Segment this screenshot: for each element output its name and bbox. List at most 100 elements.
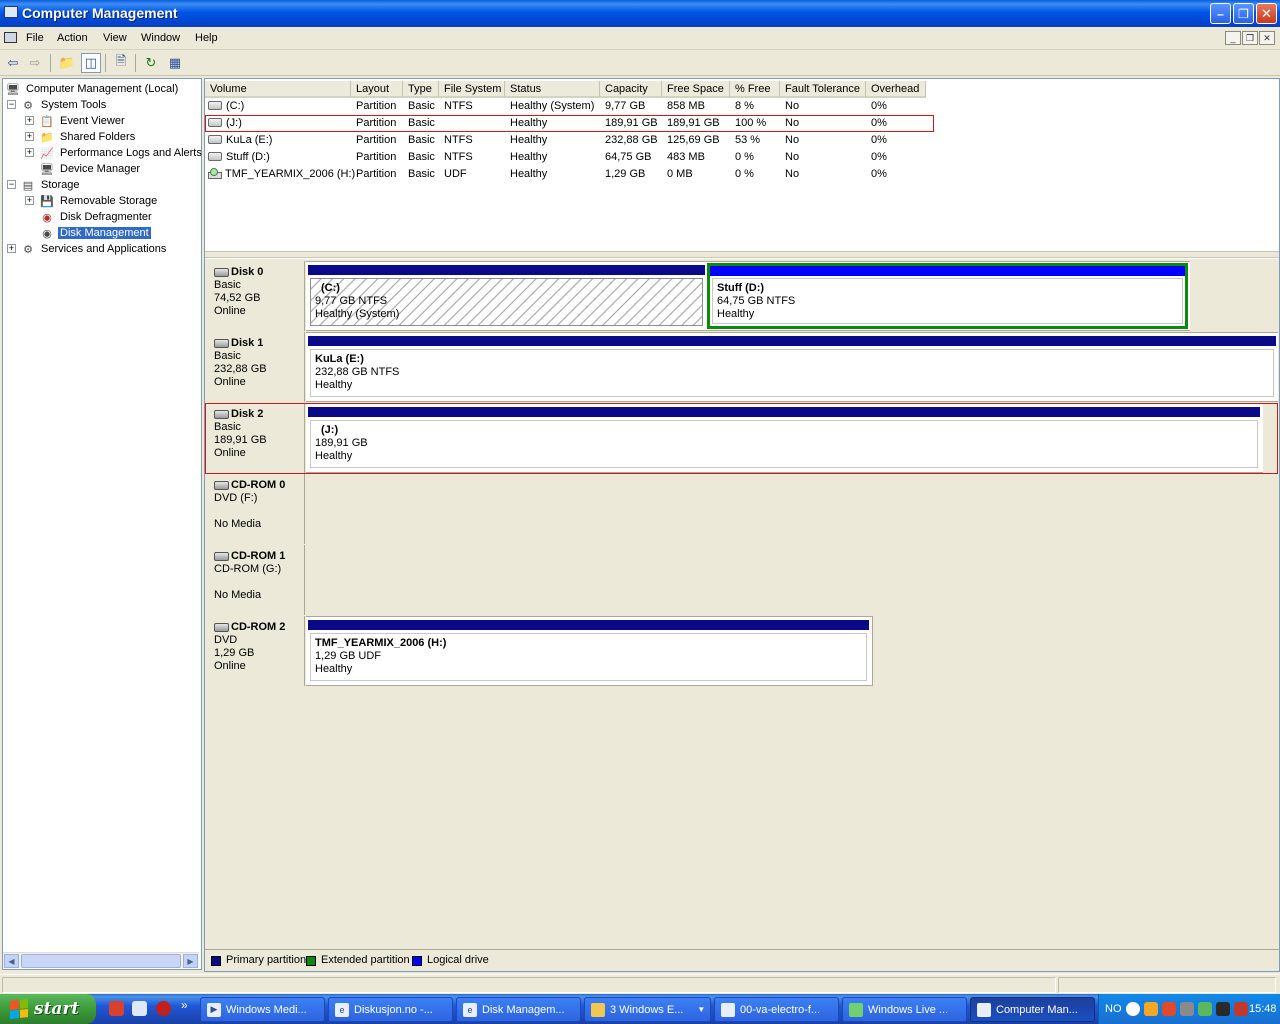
partition-size: 232,88 GB NTFS	[315, 366, 400, 378]
column-header-fault-tolerance[interactable]: Fault Tolerance	[780, 81, 866, 98]
disk-row-cdrom-1[interactable]: CD-ROM 1 CD-ROM (G:) No Media	[206, 545, 306, 615]
tray-app-icon[interactable]	[1180, 1002, 1194, 1016]
menu-help[interactable]: Help	[195, 32, 218, 44]
console-tree[interactable]: 🖥 Computer Management (Local) − ⚙ System T…	[2, 78, 202, 970]
title-bar[interactable]: Computer Management – ❐ ✕	[0, 0, 1280, 27]
collapse-system-tools-icon[interactable]: −	[7, 100, 16, 109]
expand-shared-folders-icon[interactable]: +	[25, 132, 34, 141]
taskbar-button-windows-media[interactable]: ▶ Windows Medi...	[200, 997, 325, 1022]
disk-row-disk-1[interactable]: Disk 1 Basic 232,88 GB Online KuLa (E:) …	[206, 332, 1278, 402]
start-button[interactable]: start	[0, 994, 96, 1024]
taskbar-button-diskusjon[interactable]: e Diskusjon.no -...	[328, 997, 453, 1022]
menu-file[interactable]: File	[26, 32, 44, 44]
cd-rom-icon	[214, 623, 229, 632]
disk-info[interactable]: Disk 1 Basic 232,88 GB Online	[206, 332, 305, 402]
tree-item-disk-defragmenter[interactable]: ◉ Disk Defragmenter	[39, 209, 154, 225]
language-indicator[interactable]: NO	[1105, 1003, 1122, 1015]
table-row[interactable]: Stuff (D:) Partition Basic NTFS Healthy …	[205, 149, 935, 166]
disk-row-cdrom-0[interactable]: CD-ROM 0 DVD (F:) No Media	[206, 474, 306, 544]
disk-info[interactable]: CD-ROM 0 DVD (F:) No Media	[206, 474, 305, 544]
tree-item-storage[interactable]: ▤ Storage	[20, 177, 82, 193]
tree-item-removable-storage[interactable]: 💾 Removable Storage	[39, 193, 159, 209]
column-header-overhead[interactable]: Overhead	[866, 81, 926, 98]
tray-app-icon[interactable]	[1162, 1002, 1176, 1016]
mdi-restore-button[interactable]: ❐	[1242, 31, 1258, 45]
volume-status: Healthy	[510, 151, 548, 163]
tree-item-disk-management[interactable]: ◉ Disk Management	[39, 225, 151, 241]
back-arrow-icon[interactable]: ⇦	[3, 53, 23, 73]
disk-row-cdrom-2[interactable]: CD-ROM 2 DVD 1,29 GB Online TMF_YEARMIX_…	[206, 616, 874, 686]
tree-item-event-viewer[interactable]: 📋 Event Viewer	[39, 113, 127, 129]
tree-item-performance-logs[interactable]: 📈 Performance Logs and Alerts	[39, 145, 204, 161]
table-row[interactable]: (J:) Partition Basic Healthy 189,91 GB 1…	[205, 115, 934, 132]
table-row[interactable]: TMF_YEARMIX_2006 (H:) Partition Basic UD…	[205, 166, 935, 183]
taskbar-button-disk-management[interactable]: e Disk Managem...	[456, 997, 581, 1022]
quicklaunch-app-icon[interactable]	[132, 1001, 147, 1016]
properties-icon[interactable]: 🗎	[111, 53, 131, 73]
tray-app-icon[interactable]	[1144, 1002, 1158, 1016]
tray-expand-icon[interactable]	[1126, 1002, 1140, 1016]
taskbar-button-windows-live[interactable]: Windows Live ...	[842, 997, 967, 1022]
show-hide-tree-icon[interactable]: ◫	[81, 53, 101, 73]
forward-arrow-icon[interactable]: ⇨	[25, 53, 45, 73]
column-header-capacity[interactable]: Capacity	[600, 81, 662, 98]
partition-e[interactable]: KuLa (E:) 232,88 GB NTFS Healthy	[308, 336, 1276, 399]
pane-splitter[interactable]	[205, 251, 1279, 258]
menu-window[interactable]: Window	[141, 32, 180, 44]
table-row[interactable]: (C:) Partition Basic NTFS Healthy (Syste…	[205, 98, 935, 115]
column-header-layout[interactable]: Layout	[351, 81, 403, 98]
mdi-close-button[interactable]: ✕	[1259, 31, 1275, 45]
partition-d[interactable]: Stuff (D:) 64,75 GB NTFS Healthy	[710, 266, 1185, 326]
disk-settings-icon[interactable]: ▦	[165, 53, 185, 73]
tree-item-system-tools[interactable]: ⚙ System Tools	[20, 97, 108, 113]
disk-size-empty	[214, 505, 304, 518]
tray-messenger-icon[interactable]	[1198, 1002, 1212, 1016]
expand-services-icon[interactable]: +	[7, 244, 16, 253]
scroll-left-icon[interactable]: ◀	[4, 954, 19, 968]
quicklaunch-opera-icon[interactable]	[156, 1001, 171, 1016]
menu-action[interactable]: Action	[57, 32, 88, 44]
expand-event-viewer-icon[interactable]: +	[25, 116, 34, 125]
expand-performance-logs-icon[interactable]: +	[25, 148, 34, 157]
quicklaunch-overflow-icon[interactable]: »	[181, 998, 188, 1012]
column-header-free-space[interactable]: Free Space	[662, 81, 730, 98]
disk-info[interactable]: Disk 0 Basic 74,52 GB Online	[206, 261, 305, 331]
volume-list[interactable]: Volume Layout Type File System Status Ca…	[205, 79, 1279, 251]
tray-meter-icon[interactable]	[1234, 1002, 1248, 1016]
mdi-minimize-button[interactable]: _	[1225, 31, 1241, 45]
mmc-system-menu-icon[interactable]	[4, 32, 17, 43]
taskbar-button-electro[interactable]: 00-va-electro-f...	[714, 997, 839, 1022]
scroll-right-icon[interactable]: ▶	[183, 954, 198, 968]
tree-item-shared-folders[interactable]: 📁 Shared Folders	[39, 129, 137, 145]
taskbar-button-computer-management[interactable]: Computer Man...	[970, 997, 1095, 1022]
refresh-icon[interactable]: ↻	[141, 53, 161, 73]
collapse-storage-icon[interactable]: −	[7, 180, 16, 189]
tree-horizontal-scrollbar[interactable]: ◀ ▶	[3, 952, 199, 968]
expand-removable-storage-icon[interactable]: +	[25, 196, 34, 205]
tree-item-device-manager[interactable]: 🖥 Device Manager	[39, 161, 142, 177]
disk-info[interactable]: CD-ROM 1 CD-ROM (G:) No Media	[206, 545, 305, 615]
taskbar-button-windows-explorer-group[interactable]: 3 Windows E... ▼	[584, 997, 711, 1022]
partition-c[interactable]: (C:) 9,77 GB NTFS Healthy (System)	[308, 265, 705, 328]
maximize-button[interactable]: ❐	[1233, 3, 1254, 24]
column-header-type[interactable]: Type	[403, 81, 439, 98]
column-header-status[interactable]: Status	[505, 81, 600, 98]
minimize-button[interactable]: –	[1210, 3, 1231, 24]
column-header-percent-free[interactable]: % Free	[730, 81, 780, 98]
clock[interactable]: 15:48	[1249, 1003, 1277, 1015]
partition-h[interactable]: TMF_YEARMIX_2006 (H:) 1,29 GB UDF Health…	[308, 620, 869, 683]
tray-app-icon[interactable]	[1216, 1002, 1230, 1016]
tree-item-services-applications[interactable]: ⚙ Services and Applications	[20, 241, 168, 257]
scrollbar-thumb[interactable]	[21, 954, 181, 968]
disk-row-disk-0[interactable]: Disk 0 Basic 74,52 GB Online (C:) 9,77 G…	[206, 261, 1191, 331]
menu-view[interactable]: View	[103, 32, 127, 44]
table-row[interactable]: KuLa (E:) Partition Basic NTFS Healthy 2…	[205, 132, 935, 149]
close-button[interactable]: ✕	[1256, 3, 1277, 24]
column-header-file-system[interactable]: File System	[439, 81, 505, 98]
tree-item-computer-management[interactable]: 🖥 Computer Management (Local)	[5, 81, 180, 97]
up-folder-icon[interactable]: 📁	[57, 53, 77, 73]
disk-info[interactable]: CD-ROM 2 DVD 1,29 GB Online	[206, 616, 305, 686]
quicklaunch-app-icon[interactable]	[109, 1001, 124, 1016]
column-header-volume[interactable]: Volume	[205, 81, 351, 98]
volume-percent-free: 0 %	[735, 151, 754, 163]
